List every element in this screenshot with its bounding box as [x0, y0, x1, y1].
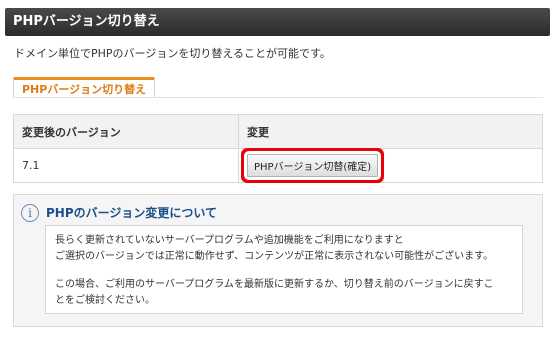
info-line: この場合、ご利用のサーバープログラムを最新版に更新するか、切り替え前のバージョン… [55, 279, 494, 290]
info-panel: i PHPのバージョン変更について 長らく更新されていないサーバープログラムや追… [13, 194, 543, 327]
info-icon: i [21, 204, 39, 222]
table-row: 7.1 PHPバージョン切替(確定) [13, 148, 543, 183]
column-header-change: 変更 [238, 114, 543, 149]
tab-divider [13, 97, 543, 98]
page-header: PHPバージョン切り替え [5, 8, 550, 36]
version-value: 7.1 [13, 148, 239, 183]
info-message-box: 長らく更新されていないサーバープログラムや追加機能をご利用になりますと ご選択の… [45, 225, 523, 314]
table-header-row: 変更後のバージョン 変更 [13, 114, 543, 149]
change-cell: PHPバージョン切替(確定) [238, 148, 543, 183]
info-title: PHPのバージョン変更について [46, 206, 218, 220]
tab-php-version-switch[interactable]: PHPバージョン切り替え [13, 77, 156, 98]
info-line: とをご検討ください。 [55, 295, 155, 306]
column-header-new-version: 変更後のバージョン [13, 114, 239, 149]
php-version-switch-confirm-button[interactable]: PHPバージョン切替(確定) [247, 154, 379, 177]
version-table: 変更後のバージョン 変更 7.1 PHPバージョン切替(確定) [13, 114, 543, 183]
info-line: 長らく更新されていないサーバープログラムや追加機能をご利用になりますと [55, 235, 404, 246]
info-line: ご選択のバージョンでは正常に動作せず、コンテンツが正常に表示されない可能性がござ… [55, 251, 494, 262]
page-description: ドメイン単位でPHPのバージョンを切り替えることが可能です。 [14, 47, 331, 60]
